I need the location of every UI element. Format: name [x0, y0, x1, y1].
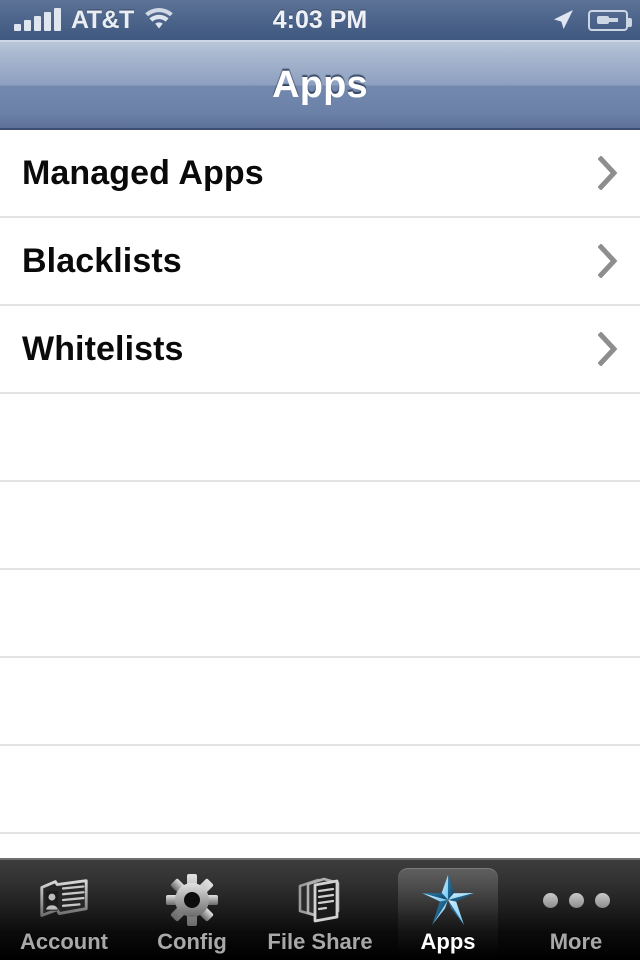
list-item[interactable]: Blacklists — [0, 218, 640, 306]
ellipsis-dots-icon — [542, 874, 610, 926]
blue-star-icon — [420, 874, 476, 926]
list-item-empty — [0, 658, 640, 746]
chevron-right-icon — [598, 156, 618, 190]
id-card-person-icon — [36, 874, 92, 926]
location-arrow-icon — [550, 7, 576, 33]
list-item-label: Blacklists — [22, 241, 182, 280]
tab-more[interactable]: More — [512, 860, 640, 960]
chevron-right-icon — [598, 332, 618, 366]
documents-stack-icon — [292, 874, 348, 926]
phone-screen: AT&T 4:03 PM Apps Managed Apps Blacklist… — [0, 0, 640, 960]
tab-config[interactable]: Config — [128, 860, 256, 960]
tab-label: Apps — [420, 929, 476, 954]
tab-file-share[interactable]: File Share — [256, 860, 384, 960]
gear-icon — [164, 874, 220, 926]
tab-label: File Share — [267, 929, 373, 954]
list-item-empty — [0, 570, 640, 658]
tab-label: Account — [20, 929, 108, 954]
status-bar: AT&T 4:03 PM — [0, 0, 640, 40]
wifi-icon — [144, 8, 174, 32]
tab-label: Config — [157, 929, 227, 954]
navigation-bar: Apps — [0, 40, 640, 130]
table-view[interactable]: Managed Apps Blacklists Whitelists — [0, 130, 640, 858]
tab-bar: Account Config File Share Apps More — [0, 858, 640, 960]
list-item-empty — [0, 746, 640, 834]
list-item[interactable]: Managed Apps — [0, 130, 640, 218]
list-item-empty — [0, 482, 640, 570]
status-bar-right — [550, 0, 632, 40]
signal-bars-icon — [14, 8, 61, 31]
list-item-empty — [0, 394, 640, 482]
carrier-label: AT&T — [71, 5, 134, 34]
chevron-right-icon — [598, 244, 618, 278]
battery-charging-icon — [588, 9, 632, 31]
tab-apps[interactable]: Apps — [384, 860, 512, 960]
page-title: Apps — [272, 63, 368, 106]
tab-account[interactable]: Account — [0, 860, 128, 960]
tab-label: More — [549, 929, 603, 954]
list-item-label: Managed Apps — [22, 153, 264, 192]
status-bar-left: AT&T — [0, 6, 174, 35]
list-item[interactable]: Whitelists — [0, 306, 640, 394]
list-item-label: Whitelists — [22, 329, 184, 368]
clock-label: 4:03 PM — [272, 5, 368, 34]
